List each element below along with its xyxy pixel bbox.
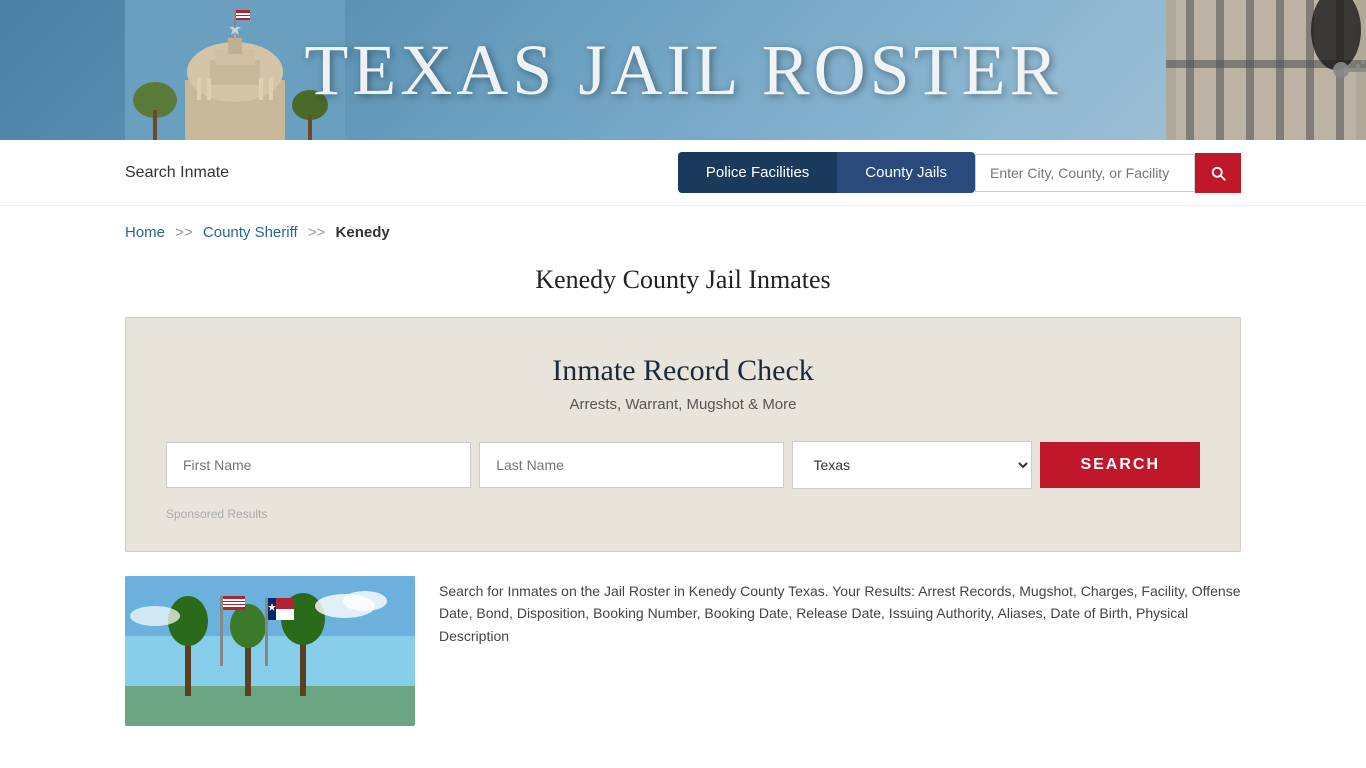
header-banner: Texas Jail Roster <box>0 0 1366 140</box>
facility-search-button[interactable] <box>1195 153 1241 193</box>
record-check-section: Inmate Record Check Arrests, Warrant, Mu… <box>125 317 1241 552</box>
last-name-input[interactable] <box>479 442 784 488</box>
page-title: Kenedy County Jail Inmates <box>0 265 1366 295</box>
record-check-subtitle: Arrests, Warrant, Mugshot & More <box>166 396 1200 413</box>
breadcrumb-county-sheriff[interactable]: County Sheriff <box>203 224 298 241</box>
police-facilities-button[interactable]: Police Facilities <box>678 152 837 193</box>
jail-image <box>1166 0 1366 140</box>
bottom-description: Search for Inmates on the Jail Roster in… <box>439 576 1241 726</box>
search-icon <box>1209 164 1227 182</box>
first-name-input[interactable] <box>166 442 471 488</box>
breadcrumb-current: Kenedy <box>336 224 390 241</box>
bottom-section: Search for Inmates on the Jail Roster in… <box>125 576 1241 726</box>
facility-search-input[interactable] <box>975 154 1195 192</box>
navbar: Search Inmate Police Facilities County J… <box>0 140 1366 206</box>
breadcrumb-sep2: >> <box>308 224 326 241</box>
inmate-search-form: Texas Alabama Alaska Arizona Arkansas Ca… <box>166 441 1200 489</box>
record-check-title: Inmate Record Check <box>166 354 1200 388</box>
search-button[interactable]: SEARCH <box>1040 442 1200 488</box>
breadcrumb: Home >> County Sheriff >> Kenedy <box>0 206 1366 251</box>
state-select[interactable]: Texas Alabama Alaska Arizona Arkansas Ca… <box>792 441 1032 489</box>
sponsored-results-label: Sponsored Results <box>166 507 1200 521</box>
banner-title: Texas Jail Roster <box>304 29 1061 112</box>
breadcrumb-sep1: >> <box>175 224 193 241</box>
search-inmate-label: Search Inmate <box>125 164 229 182</box>
breadcrumb-home[interactable]: Home <box>125 224 165 241</box>
county-jails-button[interactable]: County Jails <box>837 152 975 193</box>
nav-buttons: Police Facilities County Jails <box>678 152 1241 193</box>
bottom-image <box>125 576 415 726</box>
